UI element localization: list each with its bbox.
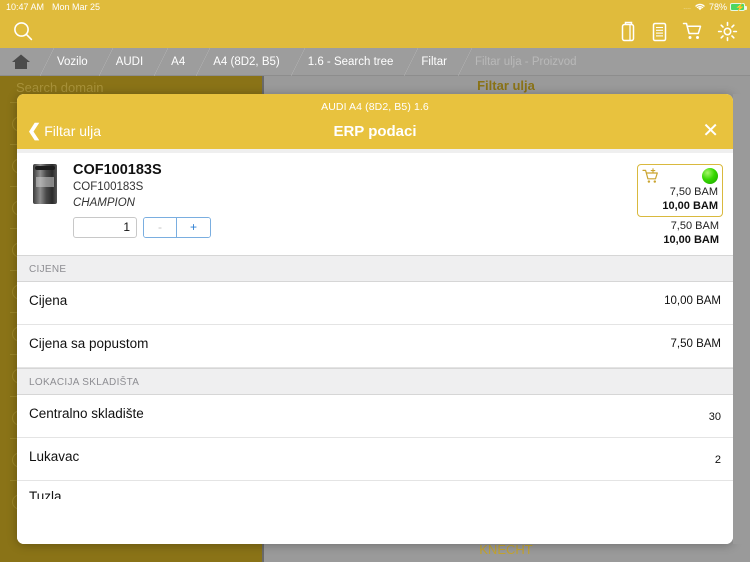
notepad-icon[interactable] bbox=[651, 21, 668, 42]
product-price-column: 7,50 BAM 10,00 BAM 7,50 BAM 10,00 BAM bbox=[637, 162, 723, 247]
product-info: COF100183S COF100183S CHAMPION 1 - + bbox=[73, 162, 637, 247]
search-button[interactable] bbox=[12, 20, 34, 42]
modal-scroll-body[interactable]: COF100183S COF100183S CHAMPION 1 - + 7,5… bbox=[17, 153, 733, 544]
home-icon bbox=[12, 54, 30, 69]
card-regular-price: 10,00 BAM bbox=[662, 200, 718, 212]
status-date: Mon Mar 25 bbox=[52, 2, 101, 12]
price-card-top bbox=[642, 167, 718, 185]
breadcrumb-label: Filtar bbox=[421, 55, 447, 68]
breadcrumb-item-a4[interactable]: A4 bbox=[154, 48, 197, 76]
section-header-cijene: CIJENE bbox=[17, 255, 733, 282]
modal-title: ERP podaci bbox=[333, 122, 417, 140]
status-time: 10:47 AM bbox=[6, 2, 45, 12]
row-label: Lukavac bbox=[29, 449, 80, 464]
total-regular-price: 10,00 BAM bbox=[663, 234, 719, 246]
status-bar-right: .... 78% ⚡ bbox=[683, 2, 747, 13]
total-discount-price: 7,50 BAM bbox=[670, 220, 719, 232]
card-discount-price: 7,50 BAM bbox=[669, 186, 718, 198]
stepper-buttons: - + bbox=[143, 217, 211, 238]
quantity-decrement-button[interactable]: - bbox=[144, 218, 177, 237]
status-bar: 10:47 AM Mon Mar 25 .... 78% ⚡ bbox=[0, 0, 750, 14]
product-brand: CHAMPION bbox=[73, 197, 135, 209]
modal-right-gutter bbox=[733, 94, 750, 544]
breadcrumb-label: 1.6 - Search tree bbox=[307, 55, 394, 68]
breadcrumb-label: A4 bbox=[171, 55, 186, 68]
row-label: Centralno skladište bbox=[29, 406, 144, 421]
row-label: Cijena bbox=[29, 293, 68, 308]
quantity-input[interactable]: 1 bbox=[73, 217, 137, 238]
breadcrumb-item-filtar-ulja-proizvod: Filtar ulja - Proizvod bbox=[457, 48, 589, 76]
row-value: 7,50 BAM bbox=[670, 338, 722, 350]
oil-filter-image bbox=[29, 162, 61, 208]
breadcrumb-home[interactable] bbox=[0, 48, 41, 75]
signal-dots-icon: .... bbox=[683, 3, 691, 11]
breadcrumb-label: Filtar ulja - Proizvod bbox=[474, 55, 577, 68]
table-row-cijena[interactable]: Cijena 10,00 BAM bbox=[17, 282, 733, 325]
battery-percent: 78% bbox=[708, 2, 727, 12]
app-root: 10:47 AM Mon Mar 25 .... 78% ⚡ Vozilo AU… bbox=[0, 0, 750, 562]
gear-icon[interactable] bbox=[717, 21, 738, 42]
background-page-title: Filtar ulja bbox=[477, 78, 535, 93]
quantity-stepper: 1 - + bbox=[73, 217, 637, 238]
battery-charging-icon: ⚡ bbox=[730, 3, 747, 12]
toolbar-actions bbox=[620, 21, 738, 42]
breadcrumb-label: A4 (8D2, B5) bbox=[213, 55, 280, 68]
modal-back-label: Filtar ulja bbox=[44, 123, 102, 139]
add-to-cart-icon[interactable] bbox=[642, 168, 660, 184]
close-icon[interactable]: ✕ bbox=[702, 121, 719, 141]
status-bar-left: 10:47 AM Mon Mar 25 bbox=[6, 2, 100, 12]
search-icon bbox=[14, 22, 33, 41]
breadcrumb-item-filtar[interactable]: Filtar bbox=[404, 48, 459, 76]
table-row-lukavac[interactable]: Lukavac 2 bbox=[17, 438, 733, 481]
product-title: COF100183S bbox=[73, 162, 162, 178]
row-value: 2 bbox=[714, 454, 721, 466]
section-header-lokacija-skladista: LOKACIJA SKLADIŠTA bbox=[17, 368, 733, 395]
modal-titlebar: ❮ Filtar ulja ERP podaci ✕ bbox=[17, 113, 733, 149]
table-row-tuzla[interactable]: Tuzla bbox=[17, 481, 733, 499]
chevron-left-icon: ❮ bbox=[27, 121, 42, 140]
background-search-placeholder: Search domain bbox=[16, 80, 104, 95]
breadcrumb-item-search-tree[interactable]: 1.6 - Search tree bbox=[290, 48, 406, 76]
availability-green-dot bbox=[702, 168, 718, 184]
row-value: 10,00 BAM bbox=[664, 295, 721, 307]
breadcrumb-item-vozilo[interactable]: Vozilo bbox=[40, 48, 100, 76]
cart-icon[interactable] bbox=[682, 21, 703, 41]
breadcrumb-label: AUDI bbox=[115, 55, 144, 68]
breadcrumb-item-a4-8d2-b5[interactable]: A4 (8D2, B5) bbox=[196, 48, 291, 76]
oil-can-icon[interactable] bbox=[620, 21, 637, 42]
row-value: 30 bbox=[708, 411, 721, 423]
table-row-cijena-sa-popustom[interactable]: Cijena sa popustom 7,50 BAM bbox=[17, 325, 733, 368]
table-row-centralno-skladiste[interactable]: Centralno skladište 30 bbox=[17, 395, 733, 438]
product-row: COF100183S COF100183S CHAMPION 1 - + 7,5… bbox=[17, 153, 733, 255]
price-card[interactable]: 7,50 BAM 10,00 BAM bbox=[637, 164, 723, 217]
erp-data-modal: AUDI A4 (8D2, B5) 1.6 ❮ Filtar ulja ERP … bbox=[17, 94, 733, 544]
breadcrumb-item-audi[interactable]: AUDI bbox=[98, 48, 155, 76]
modal-back-button[interactable]: ❮ Filtar ulja bbox=[27, 121, 102, 140]
total-price-block: 7,50 BAM 10,00 BAM bbox=[637, 217, 723, 247]
product-code: COF100183S bbox=[73, 181, 144, 193]
quantity-increment-button[interactable]: + bbox=[177, 218, 210, 237]
modal-header: AUDI A4 (8D2, B5) 1.6 ❮ Filtar ulja ERP … bbox=[17, 94, 733, 149]
wifi-icon bbox=[694, 2, 706, 13]
background-footer-brand: KNECHT bbox=[479, 542, 533, 557]
app-toolbar bbox=[0, 14, 750, 48]
modal-subtitle: AUDI A4 (8D2, B5) 1.6 bbox=[321, 101, 429, 113]
breadcrumb-label: Vozilo bbox=[57, 55, 88, 68]
breadcrumb: Vozilo AUDI A4 A4 (8D2, B5) 1.6 - Search… bbox=[0, 48, 750, 76]
row-label: Cijena sa popustom bbox=[29, 336, 149, 351]
row-label: Tuzla bbox=[29, 489, 62, 499]
